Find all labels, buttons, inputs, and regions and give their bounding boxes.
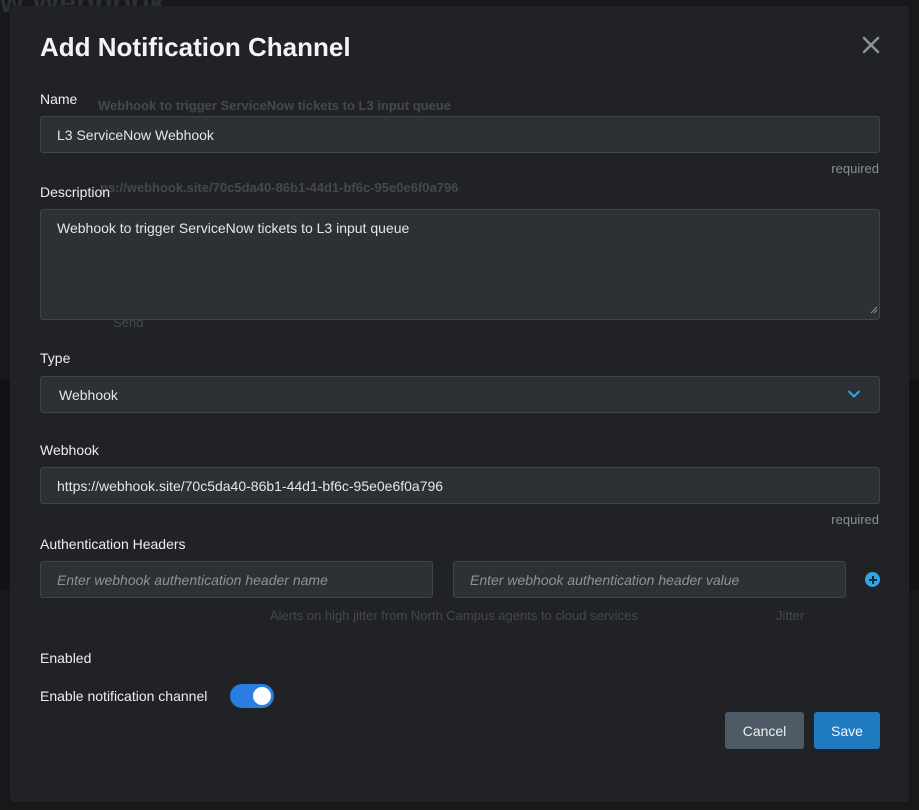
modal-title: Add Notification Channel xyxy=(40,32,351,62)
auth-header-name-wrapper xyxy=(40,561,433,598)
name-field-wrapper xyxy=(40,116,880,153)
description-label: Description xyxy=(40,184,111,200)
auth-header-value-wrapper xyxy=(453,561,846,598)
background-ghost-url: ps://webhook.site/70c5da40-86b1-44d1-bf6… xyxy=(100,180,459,195)
enable-channel-label: Enable notification channel xyxy=(40,688,208,704)
webhook-field-wrapper xyxy=(40,467,880,504)
webhook-label: Webhook xyxy=(40,442,99,458)
auth-header-value-input[interactable] xyxy=(470,571,829,588)
add-notification-channel-modal: Add Notification Channel Webhook to trig… xyxy=(10,6,909,802)
chevron-down-icon xyxy=(848,390,860,398)
save-button[interactable]: Save xyxy=(814,712,880,749)
name-required-hint: required xyxy=(831,161,879,176)
type-select[interactable]: Webhook xyxy=(40,376,880,413)
background-ghost-row-type: Jitter xyxy=(776,608,805,623)
cancel-button[interactable]: Cancel xyxy=(725,712,804,749)
auth-headers-label: Authentication Headers xyxy=(40,536,186,552)
close-icon[interactable] xyxy=(860,34,882,56)
enable-channel-toggle[interactable] xyxy=(230,684,274,708)
webhook-url-input[interactable] xyxy=(57,477,863,494)
enabled-label: Enabled xyxy=(40,650,92,666)
description-textarea[interactable]: Webhook to trigger ServiceNow tickets to… xyxy=(40,209,880,320)
background-ghost-row-text: Alerts on high jitter from North Campus … xyxy=(270,608,638,623)
webhook-required-hint: required xyxy=(831,512,879,527)
toggle-knob xyxy=(253,687,271,705)
background-ghost-description: Webhook to trigger ServiceNow tickets to… xyxy=(98,98,451,113)
resize-grip-icon[interactable] xyxy=(870,306,878,314)
type-selected-value: Webhook xyxy=(59,386,118,403)
name-input[interactable] xyxy=(57,126,863,143)
plus-circle-icon[interactable] xyxy=(865,572,880,587)
type-label: Type xyxy=(40,350,71,366)
auth-header-name-input[interactable] xyxy=(57,571,416,588)
name-label: Name xyxy=(40,91,78,107)
